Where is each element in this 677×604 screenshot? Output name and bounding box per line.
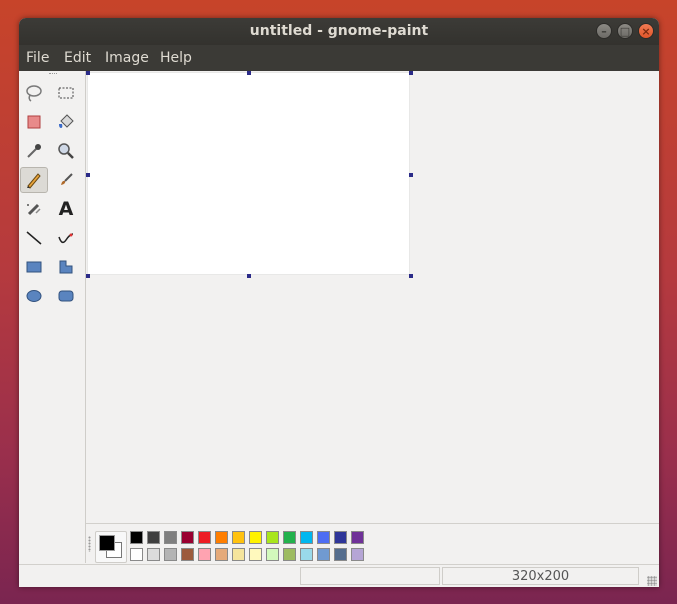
menu-file[interactable]: File [26,50,49,66]
rounded-rectangle-icon[interactable] [52,283,80,309]
palette-swatch[interactable] [317,548,330,561]
title-bar[interactable]: untitled - gnome-paint – □ × [19,18,659,45]
toolbox-grip[interactable] [49,73,57,76]
palette-swatch[interactable] [164,531,177,544]
palette-swatch[interactable] [232,548,245,561]
resize-handle-s[interactable] [247,274,251,278]
lasso-select-icon[interactable] [20,80,48,106]
rectangle-select-icon[interactable] [52,80,80,106]
palette-swatch[interactable] [147,548,160,561]
palette-swatch[interactable] [198,531,211,544]
paintbrush-icon[interactable] [52,167,80,193]
menu-edit[interactable]: Edit [64,50,91,66]
palette-grip[interactable] [88,536,91,552]
app-window: untitled - gnome-paint – □ × File Edit I… [19,18,659,587]
polygon-icon[interactable] [52,254,80,280]
airbrush-icon[interactable] [20,196,48,222]
menu-help[interactable]: Help [160,50,192,66]
close-button[interactable]: × [638,23,654,39]
curve-icon[interactable] [52,225,80,251]
resize-handle-ne[interactable] [409,71,413,75]
palette-swatch[interactable] [198,548,211,561]
palette-swatch[interactable] [181,531,194,544]
menu-image[interactable]: Image [105,50,149,66]
palette-swatch[interactable] [283,531,296,544]
foreground-color-swatch[interactable] [99,535,115,551]
maximize-button[interactable]: □ [617,23,633,39]
palette-swatch[interactable] [334,531,347,544]
canvas-scroll-area[interactable] [86,71,659,523]
palette-swatch[interactable] [181,548,194,561]
drawing-canvas[interactable] [88,73,409,274]
resize-handle-e[interactable] [409,173,413,177]
toolbox: A [19,71,86,563]
eyedropper-icon[interactable] [20,138,48,164]
palette-swatch[interactable] [266,531,279,544]
window-title: untitled - gnome-paint [249,23,429,39]
palette-swatch[interactable] [300,531,313,544]
palette-swatch[interactable] [266,548,279,561]
palette-swatch[interactable] [164,548,177,561]
line-icon[interactable] [20,225,48,251]
window-resize-grip[interactable] [647,576,657,586]
status-cursor-position [300,567,440,585]
magnifier-icon[interactable] [52,138,80,164]
palette-swatch[interactable] [300,548,313,561]
status-bar: 320x200 [19,564,659,587]
ellipse-icon[interactable] [20,283,48,309]
resize-handle-sw[interactable] [86,274,90,278]
palette-swatch[interactable] [249,548,262,561]
palette-swatch[interactable] [334,548,347,561]
menu-bar: File Edit Image Help [19,45,659,71]
palette-swatch[interactable] [130,548,143,561]
status-image-size: 320x200 [442,567,639,585]
palette-swatch[interactable] [215,531,228,544]
pencil-icon[interactable] [20,167,48,193]
minimize-button[interactable]: – [596,23,612,39]
palette-swatch[interactable] [351,548,364,561]
resize-handle-w[interactable] [86,173,90,177]
color-palette [86,523,659,565]
palette-swatch[interactable] [283,548,296,561]
resize-handle-nw[interactable] [86,71,90,75]
resize-handle-n[interactable] [247,71,251,75]
palette-swatch[interactable] [215,548,228,561]
text-icon[interactable]: A [52,196,80,222]
palette-swatch[interactable] [317,531,330,544]
palette-swatch[interactable] [147,531,160,544]
paint-bucket-icon[interactable] [52,109,80,135]
resize-handle-se[interactable] [409,274,413,278]
current-colors [95,531,127,563]
palette-swatch[interactable] [249,531,262,544]
palette-swatch[interactable] [351,531,364,544]
rectangle-icon[interactable] [20,254,48,280]
palette-swatch[interactable] [232,531,245,544]
palette-swatch[interactable] [130,531,143,544]
eraser-icon[interactable] [20,109,48,135]
